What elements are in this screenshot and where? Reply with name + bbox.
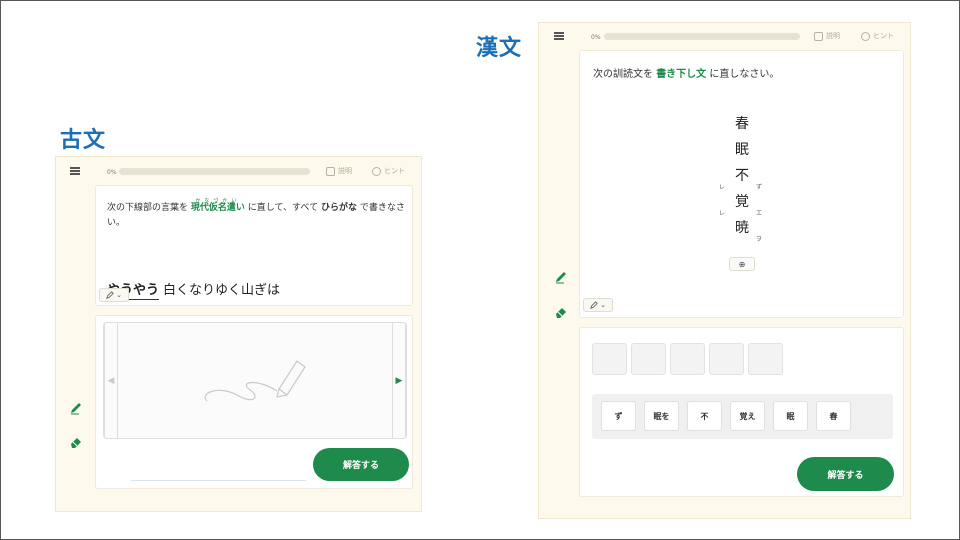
choice-tile[interactable]: 覚え [730,401,765,431]
answer-slot[interactable] [592,343,627,375]
kanbun-char: 眠 [735,142,749,158]
choice-tile[interactable]: 春 [816,401,851,431]
explain-button[interactable]: 説明 [326,166,352,176]
kobun-question-card: 次の下線部の言葉を かなづかい 現代仮名遣い に直して、すべて ひらがな で書き… [95,185,413,306]
choice-tile[interactable]: ず [601,401,636,431]
kanbun-char: 暁ヲ [735,220,762,243]
hint-label: ヒント [873,32,894,40]
hint-label: ヒント [384,167,405,175]
explain-label: 説明 [338,167,352,175]
pen-tool-icon[interactable] [554,270,568,284]
triangle-right-icon: ▶ [395,375,403,386]
choice-tile[interactable]: 眠 [773,401,808,431]
kanbun-char: 春 [735,116,749,132]
handwriting-canvas[interactable]: ◀ ▶ [103,322,407,439]
kanbun-topbar: 0% 説明 ヒント [539,23,910,53]
kobun-question: やうやう 白くなりゆく山ぎは [107,279,281,300]
instr-text: 次の訓読文を [593,69,653,80]
kanbun-question-card: 次の訓読文を 書き下し文 に直しなさい。 春 眠 不レず 覚レエ 暁ヲ ⊕ [579,50,904,318]
kanbun-char: 覚レエ [719,194,762,217]
handwriting-placeholder-icon [204,360,306,402]
note-icon [326,166,335,176]
kobun-section-title: 古文 [60,128,107,153]
kobun-panel: 0% 説明 ヒント 次の下線部の言葉を かなづかい 現代仮名遣い に直して、すべ… [55,156,422,512]
kanbun-char: 不レず [719,168,762,191]
lightbulb-icon [861,31,870,41]
submit-answer-button[interactable]: 解答する [313,448,409,481]
instr-text: に直しなさい。 [709,69,780,80]
kanbun-vertical-text: 春 眠 不レず 覚レエ 暁ヲ [719,111,762,243]
pen-tool-icon[interactable] [69,401,83,415]
lightbulb-icon [372,166,381,176]
progress-percent: 0% [591,34,601,41]
triangle-left-icon: ◀ [107,375,115,386]
eraser-tool-icon[interactable] [554,305,568,319]
zoom-in-icon: ⊕ [738,259,746,269]
answer-slot[interactable] [670,343,705,375]
kanbun-answer-card: ず 眠を 不 覚え 眠 春 解答する [579,327,904,497]
kobun-topbar: 0% 説明 ヒント [56,157,421,187]
pen-dropdown[interactable]: ⌄ [99,288,129,302]
pen-dropdown[interactable]: ⌄ [583,298,613,312]
answer-slot[interactable] [748,343,783,375]
explain-button[interactable]: 説明 [814,31,840,41]
instr-emphasis-bold: ひらがな [320,203,357,213]
answer-slot[interactable] [709,343,744,375]
instr-emphasis: 書き下し文 [656,69,707,80]
choice-tile[interactable]: 眠を [644,401,679,431]
kanbun-section-title: 漢文 [476,36,523,61]
submit-answer-button[interactable]: 解答する [797,457,894,491]
eraser-tool-icon[interactable] [69,435,83,449]
divider [131,480,306,481]
hint-button[interactable]: ヒント [861,31,894,41]
answer-slot[interactable] [631,343,666,375]
progress-percent: 0% [107,169,117,176]
kobun-instruction: 次の下線部の言葉を かなづかい 現代仮名遣い に直して、すべて ひらがな で書き… [107,198,407,231]
menu-icon[interactable] [70,167,80,175]
choice-tile[interactable]: 不 [687,401,722,431]
pencil-icon [590,301,598,309]
chevron-down-icon: ⌄ [600,301,606,309]
progress-bar [604,33,800,40]
hint-button[interactable]: ヒント [372,166,405,176]
instr-text: 次の下線部の言葉を [107,203,189,213]
zoom-button[interactable]: ⊕ [729,257,755,271]
ruby-term: かなづかい 現代仮名遣い [191,198,245,216]
explain-label: 説明 [826,32,840,40]
instr-text: に直して、すべて [247,203,319,213]
question-rest: 白くなりゆく山ぎは [163,283,281,298]
kobun-answer-card: ◀ ▶ 解答する [95,315,413,489]
pencil-icon [106,291,114,299]
note-icon [814,31,823,41]
kanbun-instruction: 次の訓読文を 書き下し文 に直しなさい。 [593,67,779,82]
choice-area: ず 眠を 不 覚え 眠 春 [592,394,893,439]
menu-icon[interactable] [554,32,564,40]
chevron-down-icon: ⌄ [116,291,122,299]
ruby-reading: かなづかい [195,198,241,204]
canvas-prev-button[interactable]: ◀ [104,323,118,438]
progress-bar [119,168,310,175]
kanbun-panel: 0% 説明 ヒント 次の訓読文を 書き下し文 に直しなさい。 春 眠 不レず 覚… [538,22,911,519]
canvas-next-button[interactable]: ▶ [392,323,406,438]
